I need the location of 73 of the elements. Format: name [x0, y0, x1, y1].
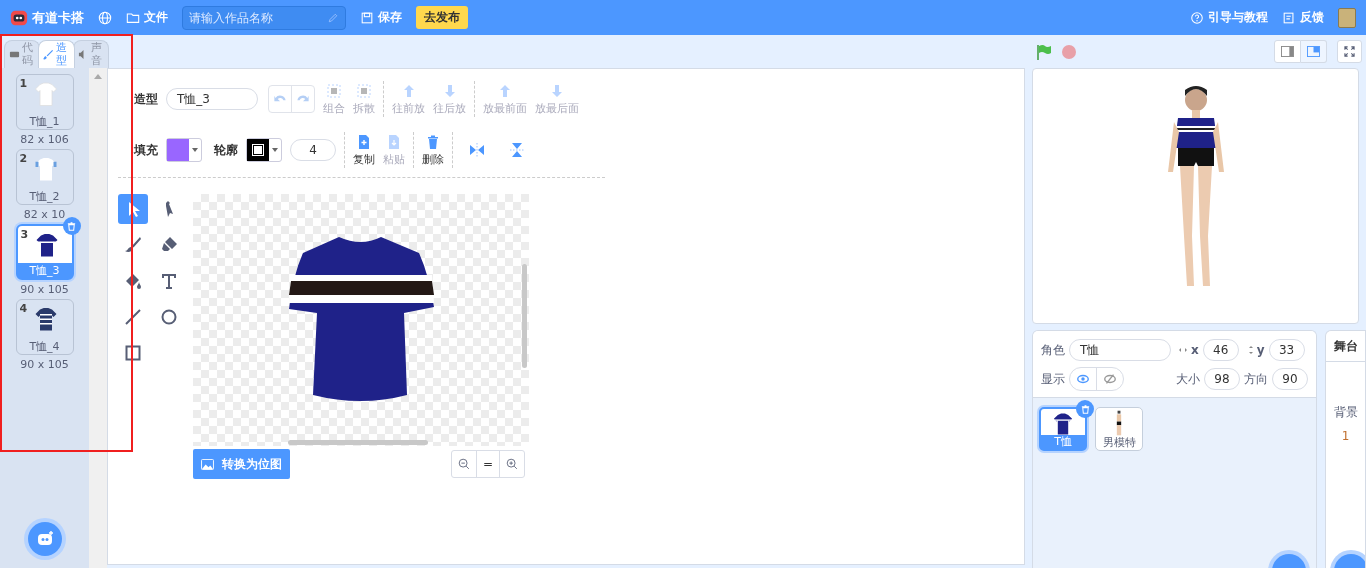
rectangle-icon — [123, 343, 143, 363]
flag-icon[interactable] — [1036, 43, 1052, 60]
save-icon — [360, 10, 374, 25]
horizontal-arrow-icon — [1179, 348, 1187, 352]
size-label: 大小 — [1176, 370, 1200, 388]
help-icon — [1190, 10, 1204, 25]
note-icon — [1282, 10, 1296, 25]
backdrop-label: 背景 — [1333, 404, 1358, 421]
costume-size: 90 x 105 — [20, 358, 69, 371]
fill-label: 填充 — [134, 141, 158, 159]
costume-size: 82 x 10 — [23, 208, 66, 221]
direction-label: 方向 — [1244, 370, 1268, 388]
app-name: 有道卡搭 — [32, 8, 84, 27]
scroll-up-icon[interactable] — [94, 74, 102, 79]
stage-tab[interactable]: 舞台 — [1326, 331, 1365, 362]
outline-label: 轮廓 — [214, 141, 238, 159]
sprite-label: 角色 — [1041, 341, 1065, 359]
vertical-scrollbar[interactable] — [522, 264, 527, 368]
show-label: 显示 — [1041, 370, 1065, 388]
caret-icon — [269, 148, 281, 152]
costume-card[interactable]: 4 T恤_4 — [15, 299, 74, 355]
x-label: x — [1191, 343, 1199, 357]
drawing-canvas[interactable] — [193, 194, 529, 446]
trash-icon — [66, 220, 77, 232]
image-icon — [201, 458, 214, 470]
fullscreen-icon[interactable] — [1337, 40, 1362, 63]
copy-icon — [356, 133, 372, 150]
edit-button[interactable]: 删除 — [422, 133, 444, 167]
brush-icon — [43, 49, 55, 60]
large-stage-icon — [1307, 46, 1320, 57]
stop-icon[interactable] — [1062, 44, 1076, 59]
backdrop-count: 1 — [1341, 429, 1350, 443]
robot-logo-icon — [10, 8, 28, 27]
small-stage-button[interactable] — [1274, 40, 1301, 63]
code-icon — [9, 49, 20, 60]
costume-card[interactable]: 1 T恤_1 — [15, 74, 74, 130]
pencil-icon — [327, 11, 339, 24]
user-avatar[interactable] — [1338, 7, 1356, 28]
costume-card[interactable]: 2 T恤_2 — [15, 149, 74, 205]
flip-vertical-icon[interactable] — [509, 142, 525, 158]
fill-color-picker[interactable] — [166, 138, 202, 162]
title-input-field[interactable]: 请输入作品名称 — [182, 5, 346, 30]
trash-icon — [425, 133, 441, 150]
delete-sprite-button[interactable] — [1076, 400, 1094, 418]
globe-icon[interactable] — [98, 10, 112, 25]
outline-color-picker[interactable] — [246, 138, 282, 162]
delete-costume-button[interactable] — [62, 217, 81, 235]
text-icon — [159, 271, 179, 291]
horizontal-scrollbar[interactable] — [288, 440, 428, 445]
publish-button[interactable]: 去发布 — [416, 6, 468, 29]
small-stage-icon — [1281, 46, 1294, 57]
group-icon — [326, 82, 342, 99]
person-icon — [1116, 410, 1122, 436]
costume-size: 90 x 105 — [20, 283, 69, 296]
line-icon — [123, 307, 143, 327]
brush-icon — [123, 235, 143, 255]
vertical-arrow-icon — [1248, 346, 1253, 354]
folder-icon — [126, 10, 140, 25]
sprite-card[interactable]: 男模特 — [1095, 407, 1143, 451]
paste-icon — [386, 133, 402, 150]
caret-icon — [189, 148, 201, 152]
zoom-reset-button[interactable]: = — [476, 451, 500, 477]
costume-size: 82 x 106 — [20, 133, 69, 146]
ungroup-icon — [356, 82, 372, 99]
trash-icon — [1079, 403, 1091, 415]
costume-card[interactable]: 3 T恤_3 — [15, 224, 74, 280]
circle-icon — [159, 307, 179, 327]
costume-label: 造型 — [134, 90, 158, 108]
select-tool[interactable] — [118, 194, 148, 224]
large-stage-button[interactable] — [1301, 40, 1327, 63]
y-label: y — [1256, 343, 1265, 357]
edit-button[interactable]: 复制 — [353, 133, 375, 167]
flip-horizontal-icon[interactable] — [469, 142, 485, 158]
